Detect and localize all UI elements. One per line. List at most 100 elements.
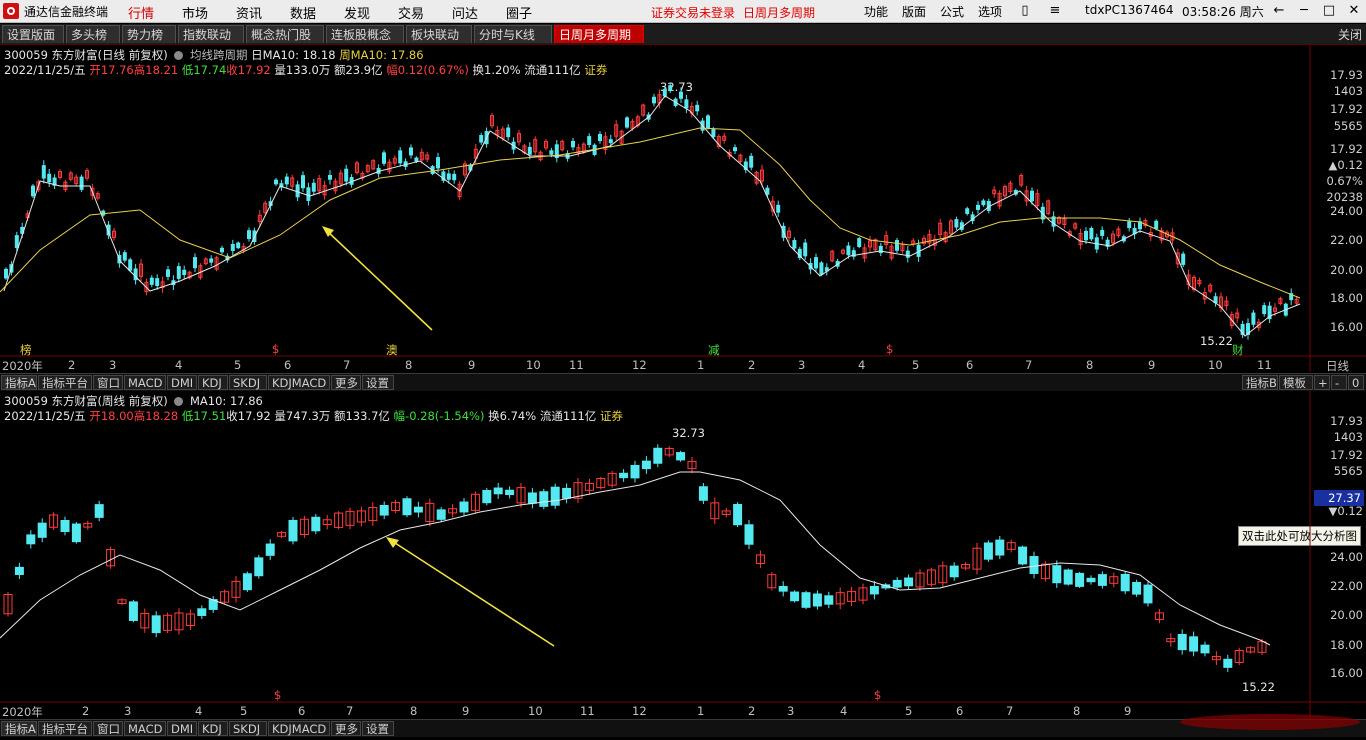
top-candle	[749, 155, 754, 168]
bottom-candle	[128, 601, 138, 621]
bottom-candle	[14, 566, 24, 575]
top-candle	[274, 179, 278, 185]
bottom-candle	[1097, 574, 1107, 586]
bottom-candle	[379, 504, 389, 516]
top-candle	[247, 230, 251, 239]
bottom-candle	[824, 595, 834, 605]
top-candle	[506, 127, 511, 138]
top-candle	[128, 259, 133, 271]
top-annotation-arrow	[325, 229, 433, 331]
top-candle	[344, 168, 349, 182]
top-candle	[792, 240, 797, 249]
top-candle	[857, 238, 862, 248]
bottom-candle	[402, 498, 412, 516]
bottom-candle	[94, 504, 104, 518]
bottom-candle	[778, 585, 788, 592]
top-candle	[1030, 190, 1034, 202]
top-candle	[31, 185, 35, 197]
bottom-candle	[983, 542, 993, 560]
bottom-candle	[311, 516, 321, 532]
bottom-candle	[482, 490, 492, 504]
bottom-candle	[265, 543, 275, 556]
top-candle	[220, 247, 224, 253]
bottom-candle	[1143, 584, 1153, 604]
bottom-candle	[904, 577, 914, 587]
bottom-candle	[733, 503, 743, 526]
top-candle	[236, 242, 241, 249]
panel-borders	[0, 45, 1366, 718]
bottom-candle	[493, 487, 503, 495]
top-candle	[1262, 305, 1267, 315]
bottom-candle	[619, 472, 629, 479]
top-candle	[625, 117, 629, 128]
bottom-candle	[653, 447, 663, 464]
top-candle	[965, 208, 970, 214]
bottom-candle	[676, 452, 686, 461]
bottom-candle	[1075, 572, 1085, 587]
top-candle	[668, 85, 673, 91]
top-day-ma-line	[3, 95, 1301, 337]
top-week-ma-line	[0, 127, 1301, 299]
top-candle	[1084, 230, 1088, 241]
bottom-candle	[641, 460, 651, 470]
top-candle	[479, 135, 484, 143]
top-candle	[684, 99, 689, 109]
bottom-candle	[1200, 644, 1210, 654]
top-candle	[981, 200, 986, 206]
kline-charts[interactable]	[0, 0, 1366, 740]
top-candle	[209, 258, 214, 263]
top-candle	[1100, 229, 1105, 236]
top-candle	[446, 173, 451, 180]
top-candle	[976, 204, 980, 210]
top-candle	[1089, 227, 1094, 240]
bottom-candle	[995, 539, 1005, 556]
top-candle	[706, 115, 710, 129]
bottom-candle	[1132, 581, 1142, 595]
bottom-candle	[550, 486, 560, 506]
bottom-candle	[949, 565, 959, 578]
bottom-arrow-head	[386, 537, 399, 548]
top-candle	[846, 245, 851, 256]
top-candle	[711, 128, 716, 138]
bottom-candle	[562, 487, 572, 499]
top-candle	[166, 269, 170, 277]
top-candle	[452, 173, 457, 181]
top-candle	[733, 147, 737, 152]
bottom-candle	[26, 534, 36, 545]
bottom-candle	[436, 509, 446, 520]
top-candle	[608, 139, 613, 144]
top-candle	[819, 262, 824, 275]
top-candle	[409, 147, 413, 156]
top-candle	[284, 176, 289, 185]
top-candle	[311, 182, 316, 192]
top-candle	[155, 278, 160, 287]
bottom-weekly-candles	[3, 444, 1267, 672]
bottom-candle	[1018, 546, 1028, 565]
bottom-candle	[869, 585, 879, 595]
top-candle	[14, 235, 19, 248]
bottom-candle	[1120, 573, 1130, 592]
top-candle	[803, 242, 808, 257]
bottom-candle	[1029, 556, 1039, 574]
top-candle	[776, 204, 781, 213]
top-candle	[679, 91, 683, 99]
top-candle	[765, 187, 770, 195]
bottom-candle	[1189, 636, 1199, 652]
top-candle	[41, 165, 46, 179]
top-candle	[230, 243, 235, 251]
top-candle	[4, 268, 8, 279]
top-candle	[79, 176, 84, 190]
bottom-candle	[151, 615, 161, 634]
top-candle	[398, 150, 403, 164]
bottom-candle	[505, 489, 515, 496]
watermark-logo	[1180, 714, 1360, 730]
bottom-candle	[539, 491, 549, 507]
top-candle	[1251, 312, 1256, 325]
top-candle	[176, 266, 181, 279]
top-candle	[895, 240, 899, 251]
bottom-candle	[1052, 565, 1062, 584]
top-daily-candles	[4, 82, 1299, 340]
top-candle	[306, 187, 311, 201]
top-candle	[598, 134, 602, 142]
bottom-candle	[288, 519, 298, 542]
